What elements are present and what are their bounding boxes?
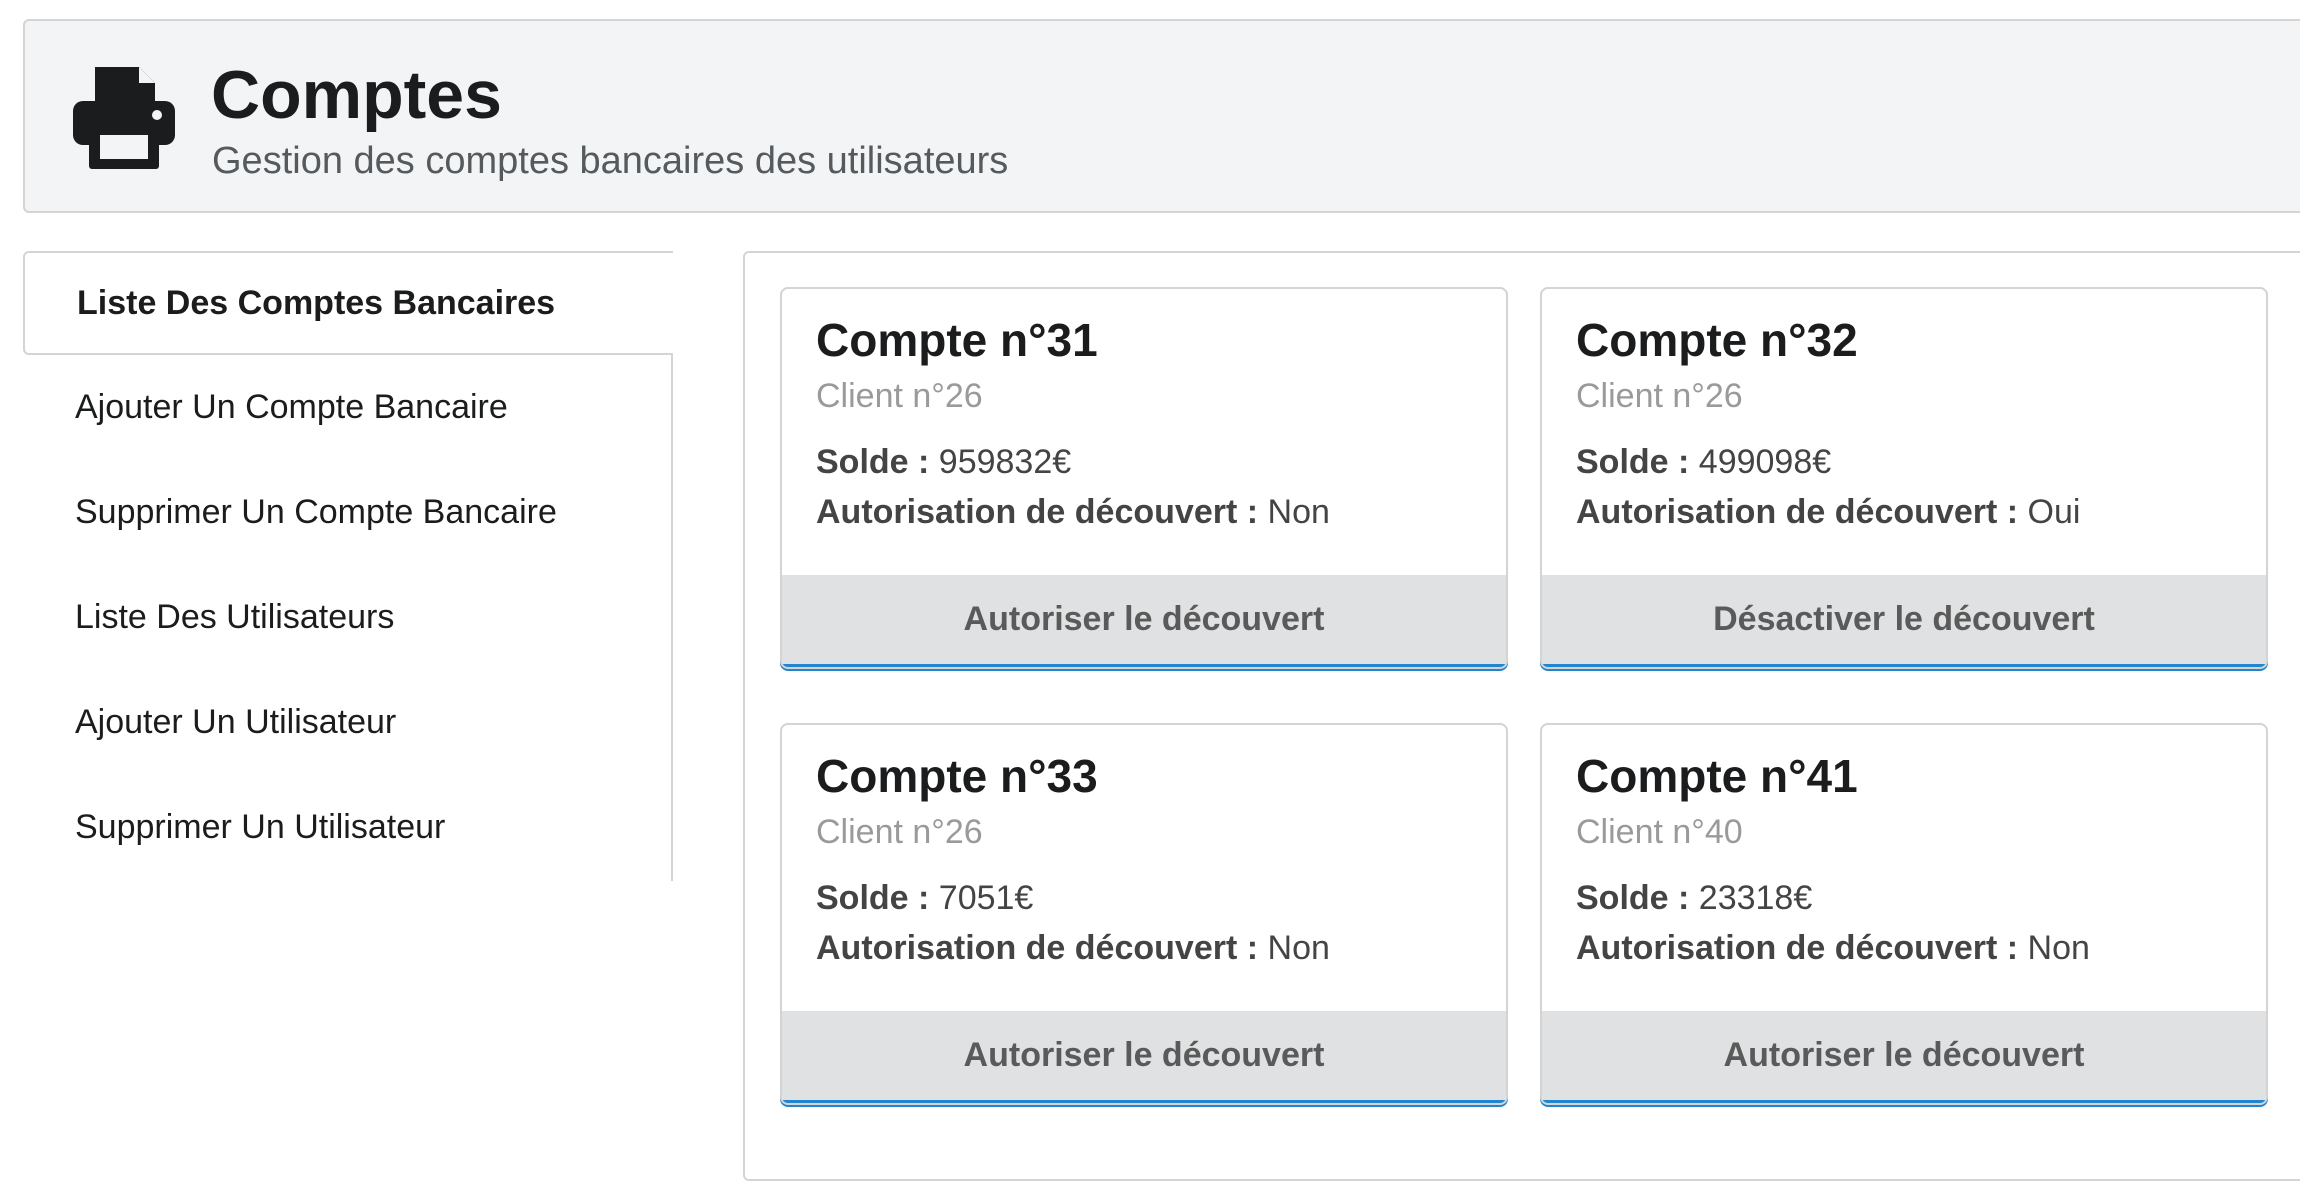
account-card: Compte n°31 Client n°26 Solde : 959832€ … [780,287,1508,669]
account-client: Client n°26 [1576,377,1743,415]
page-header: Comptes Gestion des comptes bancaires de… [23,19,2300,213]
account-client: Client n°26 [816,377,983,415]
account-card: Compte n°41 Client n°40 Solde : 23318€ A… [1540,723,2268,1105]
balance-value: 499098€ [1698,443,1832,481]
overdraft-label: Autorisation de découvert : [1576,493,2019,531]
sidebar-item-liste-comptes[interactable]: Liste Des Comptes Bancaires [23,251,673,355]
account-title: Compte n°41 [1576,750,1858,802]
page-subtitle: Gestion des comptes bancaires des utilis… [212,140,1009,182]
account-title: Compte n°33 [816,750,1098,802]
overdraft-label: Autorisation de découvert : [816,929,1259,967]
account-balance-line: Solde : 499098€ [1576,443,1831,482]
account-balance-line: Solde : 23318€ [1576,879,1812,918]
account-overdraft-line: Autorisation de découvert : Non [816,493,1330,532]
overdraft-value: Non [1267,929,1330,967]
sidebar-item-ajouter-compte[interactable]: Ajouter Un Compte Bancaire [23,355,673,459]
balance-value: 959832€ [938,443,1072,481]
overdraft-value: Oui [2027,493,2081,531]
balance-label: Solde : [816,879,930,917]
sidebar-menu: Liste Des Comptes Bancaires Ajouter Un C… [23,251,673,881]
account-overdraft-line: Autorisation de découvert : Oui [1576,493,2080,532]
sidebar-item-liste-utilisateurs[interactable]: Liste Des Utilisateurs [23,565,673,669]
account-overdraft-line: Autorisation de découvert : Non [816,929,1330,968]
balance-value: 23318€ [1698,879,1813,917]
sidebar-item-supprimer-compte[interactable]: Supprimer Un Compte Bancaire [23,460,673,564]
balance-label: Solde : [1576,879,1690,917]
balance-value: 7051€ [938,879,1034,917]
balance-label: Solde : [1576,443,1690,481]
overdraft-value: Non [2027,929,2090,967]
balance-label: Solde : [816,443,930,481]
overdraft-toggle-button[interactable]: Autoriser le découvert [782,575,1506,667]
account-balance-line: Solde : 7051€ [816,879,1033,918]
overdraft-toggle-button[interactable]: Autoriser le découvert [782,1011,1506,1103]
account-balance-line: Solde : 959832€ [816,443,1071,482]
page-title: Comptes [211,57,502,133]
account-client: Client n°40 [1576,813,1743,851]
overdraft-label: Autorisation de découvert : [816,493,1259,531]
account-client: Client n°26 [816,813,983,851]
account-title: Compte n°32 [1576,314,1858,366]
overdraft-label: Autorisation de découvert : [1576,929,2019,967]
account-card: Compte n°32 Client n°26 Solde : 499098€ … [1540,287,2268,669]
account-overdraft-line: Autorisation de découvert : Non [1576,929,2090,968]
overdraft-toggle-button[interactable]: Désactiver le découvert [1542,575,2266,667]
overdraft-value: Non [1267,493,1330,531]
sidebar-item-supprimer-utilisateur[interactable]: Supprimer Un Utilisateur [23,775,673,879]
overdraft-toggle-button[interactable]: Autoriser le découvert [1542,1011,2266,1103]
print-icon [73,67,175,169]
account-card: Compte n°33 Client n°26 Solde : 7051€ Au… [780,723,1508,1105]
account-title: Compte n°31 [816,314,1098,366]
sidebar-item-ajouter-utilisateur[interactable]: Ajouter Un Utilisateur [23,670,673,774]
